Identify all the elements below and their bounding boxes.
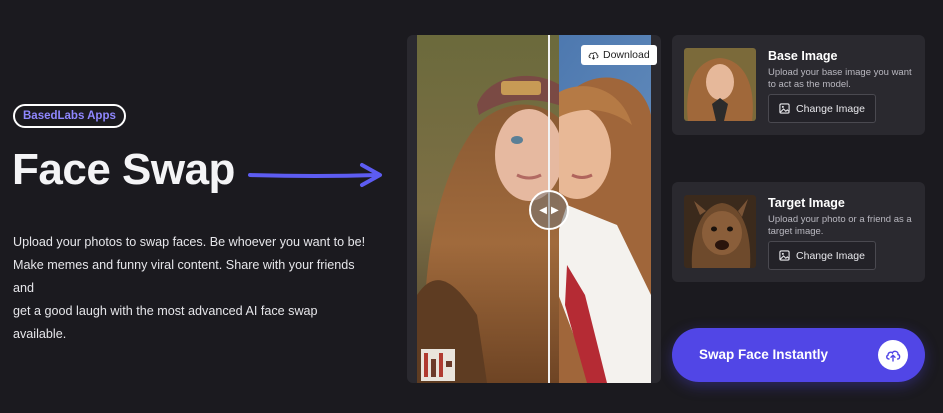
change-base-image-button[interactable]: Change Image bbox=[768, 94, 876, 123]
basedlabs-apps-badge[interactable]: BasedLabs Apps bbox=[13, 104, 126, 128]
face-swap-page: BasedLabs Apps Face Swap Upload your pho… bbox=[0, 0, 943, 413]
base-image-title: Base Image bbox=[768, 49, 838, 63]
arrow-right-icon bbox=[248, 163, 382, 187]
target-image-thumbnail bbox=[684, 195, 756, 268]
swap-face-button[interactable]: Swap Face Instantly bbox=[672, 328, 925, 382]
watermark-logo bbox=[421, 349, 455, 381]
change-image-label: Change Image bbox=[796, 249, 865, 262]
base-image-thumbnail bbox=[684, 48, 756, 121]
swap-face-label: Swap Face Instantly bbox=[699, 347, 829, 362]
download-label: Download bbox=[603, 49, 650, 61]
hero-description: Upload your photos to swap faces. Be who… bbox=[13, 231, 373, 346]
image-icon bbox=[779, 103, 790, 114]
target-image-title: Target Image bbox=[768, 196, 845, 210]
download-button[interactable]: Download bbox=[581, 45, 657, 65]
page-title: Face Swap bbox=[12, 145, 235, 194]
before-after-comparison: ◀ ▶ Download bbox=[407, 35, 661, 383]
hero-description-line: get a good laugh with the most advanced … bbox=[13, 304, 318, 341]
image-icon bbox=[779, 250, 790, 261]
compare-arrows-icon[interactable]: ◀ ▶ bbox=[529, 190, 569, 230]
target-image-description: Upload your photo or a friend as a targe… bbox=[768, 214, 912, 237]
base-image-card: Base Image Upload your base image you wa… bbox=[672, 35, 925, 135]
upload-cloud-icon bbox=[878, 340, 908, 370]
change-target-image-button[interactable]: Change Image bbox=[768, 241, 876, 270]
hero-description-line: Upload your photos to swap faces. Be who… bbox=[13, 235, 366, 249]
change-image-label: Change Image bbox=[796, 102, 865, 115]
hero-description-line: Make memes and funny viral content. Shar… bbox=[13, 258, 355, 295]
base-image-description: Upload your base image you want to act a… bbox=[768, 67, 912, 90]
arrow-right-icon: ▶ bbox=[551, 204, 559, 216]
cloud-download-icon bbox=[588, 52, 599, 60]
target-image-card: Target Image Upload your photo or a frie… bbox=[672, 182, 925, 282]
arrow-left-icon: ◀ bbox=[539, 204, 547, 216]
